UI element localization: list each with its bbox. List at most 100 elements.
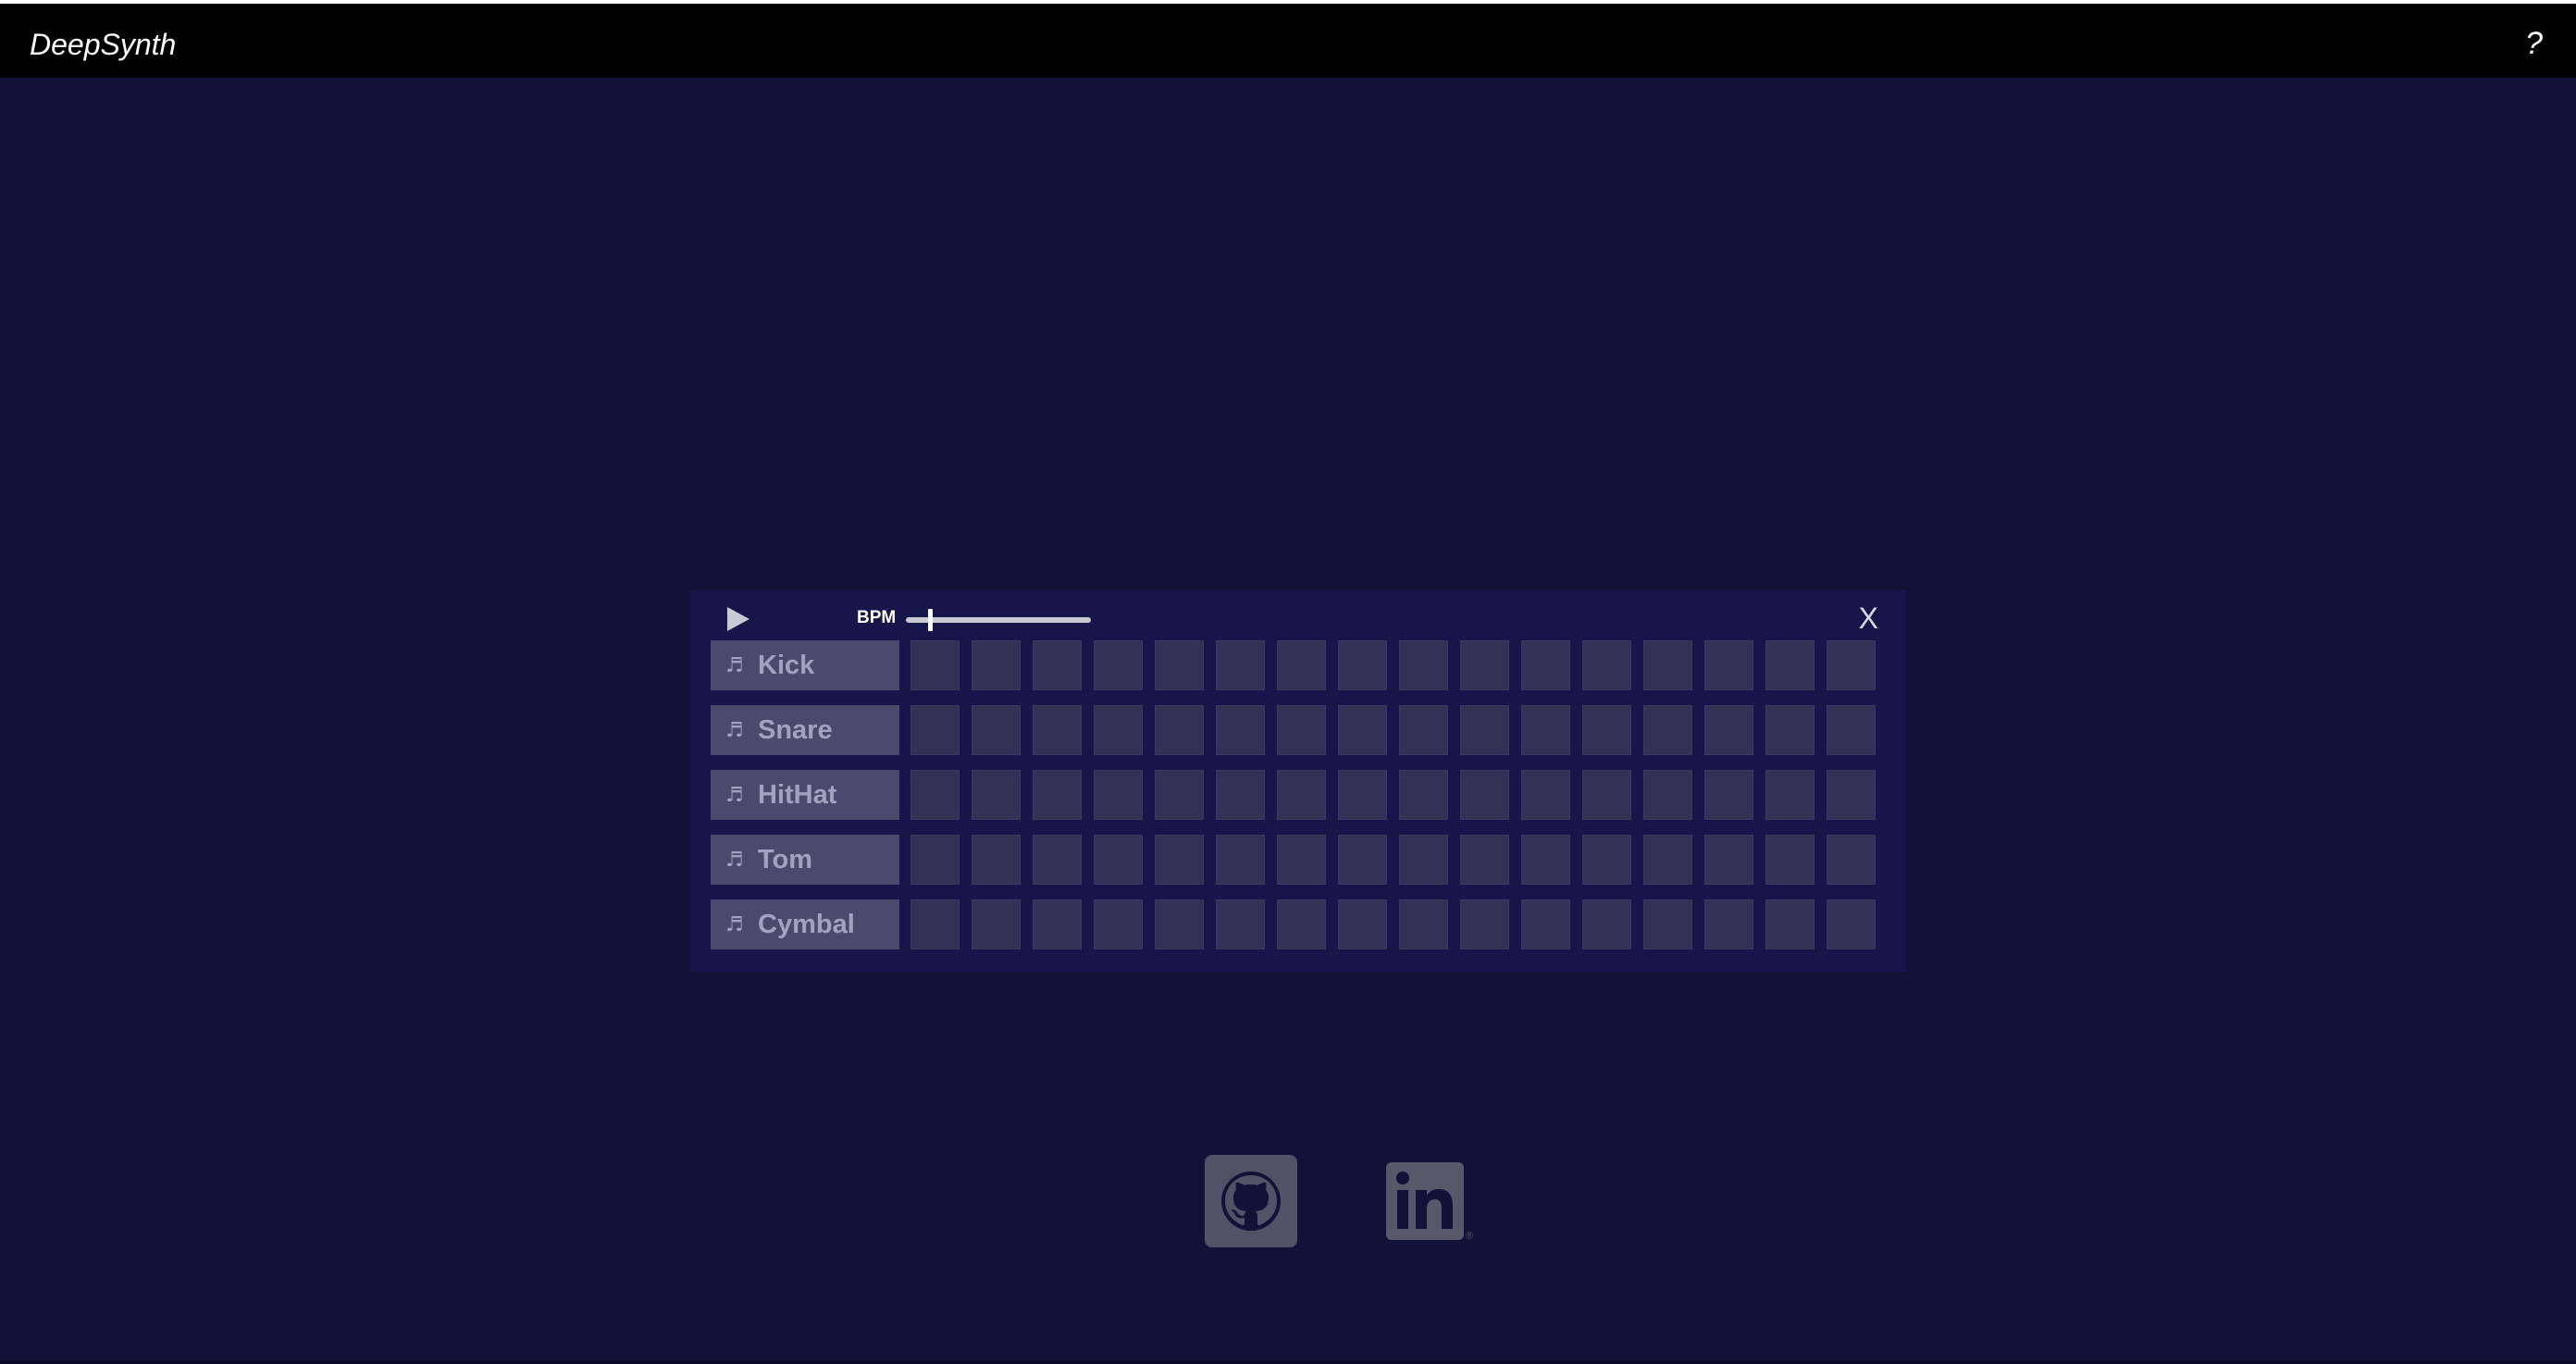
step-cell[interactable] (1277, 705, 1326, 755)
step-cell[interactable] (1765, 899, 1814, 949)
step-cell[interactable] (1155, 640, 1204, 690)
step-cell[interactable] (1643, 705, 1692, 755)
step-cell[interactable] (1399, 770, 1448, 820)
step-cell[interactable] (1643, 640, 1692, 690)
step-cell[interactable] (1704, 770, 1753, 820)
step-cell[interactable] (1460, 705, 1509, 755)
step-cell[interactable] (1521, 640, 1570, 690)
step-cell[interactable] (910, 705, 960, 755)
instrument-button-tom[interactable]: ♬ Tom (711, 835, 899, 885)
step-cell[interactable] (1582, 835, 1631, 885)
github-link[interactable] (1205, 1155, 1297, 1247)
step-cell[interactable] (1521, 705, 1570, 755)
step-cell[interactable] (1827, 770, 1876, 820)
step-cell[interactable] (1155, 835, 1204, 885)
step-cell[interactable] (1338, 835, 1387, 885)
step-cell[interactable] (1521, 770, 1570, 820)
step-cell[interactable] (1704, 705, 1753, 755)
step-cell[interactable] (1827, 640, 1876, 690)
step-cell[interactable] (972, 835, 1021, 885)
step-cell[interactable] (1582, 899, 1631, 949)
step-cell[interactable] (1155, 770, 1204, 820)
step-cell[interactable] (1155, 899, 1204, 949)
step-cell[interactable] (1765, 705, 1814, 755)
instrument-button-cymbal[interactable]: ♬ Cymbal (711, 899, 899, 949)
step-cell[interactable] (1277, 899, 1326, 949)
step-cell[interactable] (1704, 835, 1753, 885)
brand-title[interactable]: DeepSynth (30, 28, 176, 62)
step-cell[interactable] (1765, 640, 1814, 690)
step-cell[interactable] (910, 770, 960, 820)
step-cell[interactable] (1338, 770, 1387, 820)
step-cell[interactable] (1277, 835, 1326, 885)
step-cell[interactable] (1460, 770, 1509, 820)
step-cell[interactable] (1216, 640, 1265, 690)
step-cell[interactable] (1704, 899, 1753, 949)
step-cell[interactable] (1338, 899, 1387, 949)
step-cell[interactable] (1399, 705, 1448, 755)
step-cell[interactable] (1643, 899, 1692, 949)
step-cell[interactable] (1460, 640, 1509, 690)
step-cell[interactable] (1094, 640, 1143, 690)
step-cell[interactable] (1827, 899, 1876, 949)
step-cell[interactable] (1521, 835, 1570, 885)
step-cell[interactable] (1033, 770, 1082, 820)
instrument-button-kick[interactable]: ♬ Kick (711, 640, 899, 690)
step-cell[interactable] (1338, 705, 1387, 755)
step-cell[interactable] (1704, 640, 1753, 690)
step-cell[interactable] (1827, 705, 1876, 755)
step-cell[interactable] (1033, 640, 1082, 690)
instrument-label: Snare (758, 715, 833, 745)
help-button[interactable]: ? (2525, 26, 2543, 62)
step-cell[interactable] (1582, 770, 1631, 820)
close-button[interactable]: X (1859, 601, 1878, 636)
step-cell[interactable] (1216, 770, 1265, 820)
step-cell[interactable] (972, 899, 1021, 949)
step-cell[interactable] (1277, 770, 1326, 820)
step-cell[interactable] (972, 770, 1021, 820)
step-cell[interactable] (910, 899, 960, 949)
step-cell[interactable] (1033, 899, 1082, 949)
step-cell[interactable] (910, 640, 960, 690)
step-cell[interactable] (1094, 835, 1143, 885)
step-cell[interactable] (1216, 835, 1265, 885)
step-cell[interactable] (1643, 835, 1692, 885)
step-cell[interactable] (1094, 899, 1143, 949)
step-cell[interactable] (1033, 705, 1082, 755)
step-cell[interactable] (1643, 770, 1692, 820)
step-cell[interactable] (1765, 835, 1814, 885)
step-cell[interactable] (1521, 899, 1570, 949)
instrument-label: Tom (758, 845, 813, 874)
step-cell[interactable] (1582, 705, 1631, 755)
music-note-icon: ♬ (725, 913, 744, 936)
instrument-row-kick: ♬ Kick (711, 640, 1895, 692)
instrument-label: Kick (758, 651, 815, 680)
linkedin-link[interactable]: ® (1384, 1162, 1479, 1247)
step-cell[interactable] (1338, 640, 1387, 690)
step-cell[interactable] (1155, 705, 1204, 755)
step-cell[interactable] (1216, 899, 1265, 949)
step-cell[interactable] (1216, 705, 1265, 755)
step-cell[interactable] (972, 705, 1021, 755)
play-button[interactable] (725, 605, 751, 633)
step-cell[interactable] (972, 640, 1021, 690)
instrument-button-hithat[interactable]: ♬ HitHat (711, 770, 899, 820)
bpm-slider[interactable] (906, 609, 1091, 631)
instrument-button-snare[interactable]: ♬ Snare (711, 705, 899, 755)
instrument-label: HitHat (758, 780, 837, 810)
step-cell[interactable] (1033, 835, 1082, 885)
step-cell[interactable] (1399, 835, 1448, 885)
step-cell[interactable] (1399, 640, 1448, 690)
step-cell[interactable] (1582, 640, 1631, 690)
step-cell[interactable] (1277, 640, 1326, 690)
step-cell[interactable] (1399, 899, 1448, 949)
step-cell[interactable] (1460, 835, 1509, 885)
bpm-slider-thumb[interactable] (928, 609, 933, 631)
linkedin-icon (1386, 1162, 1464, 1240)
step-cell[interactable] (1460, 899, 1509, 949)
step-cell[interactable] (910, 835, 960, 885)
step-cell[interactable] (1765, 770, 1814, 820)
step-cell[interactable] (1094, 770, 1143, 820)
step-cell[interactable] (1827, 835, 1876, 885)
step-cell[interactable] (1094, 705, 1143, 755)
